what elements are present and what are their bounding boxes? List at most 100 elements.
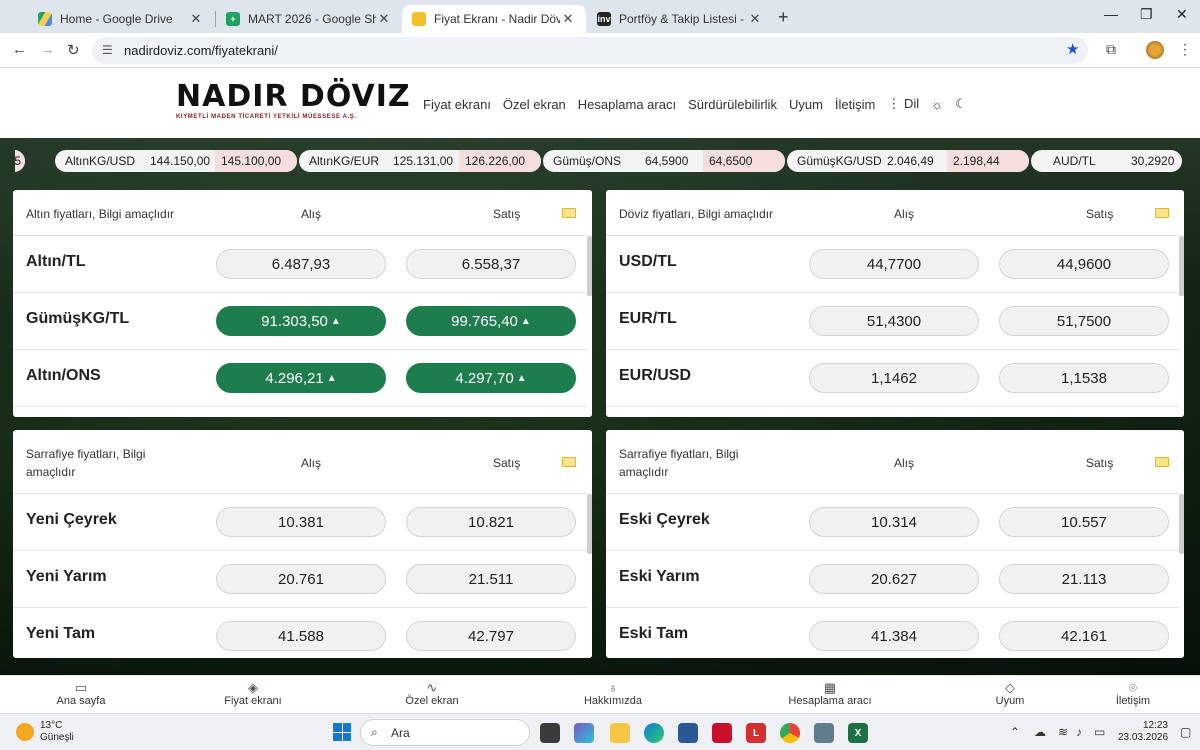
arrow-up-icon: ▲ — [330, 315, 341, 327]
price-row: Yeni Çeyrek 10.381 10.821 — [13, 494, 592, 551]
forward-arrow-icon[interactable]: → — [40, 41, 55, 58]
sell-price: 21.511 — [406, 564, 576, 594]
taskbar-search[interactable]: ⌕ Ara — [360, 719, 530, 746]
copilot-icon[interactable] — [574, 723, 594, 743]
extensions-icon[interactable]: ⧉ — [1106, 41, 1116, 58]
sell-value: 10.821 — [468, 513, 514, 531]
bookmark-star-icon[interactable]: ★ — [1066, 40, 1079, 58]
nav-surdurulebilirlik[interactable]: Sürdürülebilirlik — [688, 97, 777, 112]
new-tab-button[interactable]: + — [778, 7, 789, 28]
buy-value: 6.487,93 — [271, 255, 331, 273]
close-icon[interactable]: ✕ — [376, 11, 392, 27]
tab-investing[interactable]: inv Portföy & Takip Listesi - Investi ✕ — [587, 5, 773, 33]
arrow-up-icon: ▲ — [326, 372, 337, 384]
bottom-nav-ana-sayfa[interactable]: ▭ Ana sayfa — [50, 680, 112, 707]
tab-google-drive[interactable]: Home - Google Drive ✕ — [28, 5, 214, 33]
notifications-icon[interactable]: ▢ — [1180, 725, 1191, 739]
bottom-nav-label: İletişim — [1115, 695, 1151, 707]
volume-icon[interactable]: ♪ — [1076, 725, 1082, 739]
buy-price: 41.384 — [809, 621, 979, 651]
app-l-icon[interactable]: L — [746, 723, 766, 743]
nav-iletisim[interactable]: İletişim — [835, 97, 875, 112]
price-row: Eski Tam 41.384 42.161 — [606, 608, 1184, 658]
nav-fiyat-ekrani[interactable]: Fiyat ekranı — [423, 97, 491, 112]
close-window-icon[interactable]: ✕ — [1176, 6, 1188, 23]
site-logo[interactable]: NADIR DÖVIZ KIYMETLİ MADEN TİCARETİ YETK… — [176, 82, 411, 121]
bottom-nav-fiyat-ekrani[interactable]: ◈ Fiyat ekranı — [220, 680, 286, 707]
mcafee-icon[interactable] — [712, 723, 732, 743]
new-coins-panel: Sarrafiye fiyatları, Bilgi amaçlıdır Alı… — [13, 430, 592, 658]
buy-value: 41.588 — [278, 627, 324, 645]
price-row: Eski Yarım 20.627 21.113 — [606, 551, 1184, 608]
panel-header: Sarrafiye fiyatları, Bilgi amaçlıdır Alı… — [13, 430, 592, 494]
folder-icon[interactable] — [562, 457, 576, 467]
bottom-nav-ozel-ekran[interactable]: ∿ Özel ekran — [400, 680, 464, 707]
sun-icon — [16, 723, 34, 741]
nav-hesaplama-araci[interactable]: Hesaplama aracı — [578, 97, 676, 112]
dark-mode-icon[interactable]: ☾ — [955, 96, 967, 112]
tray-chevron-icon[interactable]: ⌃ — [1010, 725, 1020, 739]
profile-avatar[interactable] — [1146, 41, 1164, 59]
windows-start-icon[interactable] — [333, 723, 351, 741]
nav-ozel-ekran[interactable]: Özel ekran — [503, 97, 566, 112]
edge-icon[interactable] — [644, 723, 664, 743]
back-arrow-icon[interactable]: ← — [12, 41, 27, 58]
ticker-item: AltınKG/EUR 125.131,00 126.226,00 — [299, 150, 541, 172]
bottom-nav-label: Özel ekran — [405, 695, 459, 707]
file-explorer-icon[interactable] — [610, 723, 630, 743]
sell-price: 6.558,37 — [406, 249, 576, 279]
minimize-icon[interactable]: — — [1104, 6, 1118, 22]
onedrive-icon[interactable]: ☁ — [1034, 725, 1046, 739]
price-row: EUR/USD 1,1462 1,1538 — [606, 350, 1184, 407]
calculator-app-icon[interactable] — [814, 723, 834, 743]
lightbulb-icon: ♁ — [608, 680, 618, 695]
weather-widget[interactable]: 13°C Güneşli — [16, 720, 74, 744]
battery-icon[interactable]: ▭ — [1094, 725, 1105, 739]
excel-icon[interactable]: X — [848, 723, 868, 743]
tab-nadir-doviz[interactable]: Fiyat Ekranı - Nadir Döviz ✕ — [402, 5, 586, 33]
wifi-icon[interactable]: ≋ — [1058, 725, 1068, 739]
instrument-name: EUR/TL — [619, 310, 677, 327]
buy-value: 10.314 — [871, 513, 917, 531]
nav-uyum[interactable]: Uyum — [789, 97, 823, 112]
folder-icon[interactable] — [1155, 208, 1169, 218]
kebab-menu-icon: ⋮ — [887, 96, 901, 111]
folder-icon[interactable] — [562, 208, 576, 218]
close-icon[interactable]: ✕ — [747, 11, 763, 27]
bottom-nav-uyum[interactable]: ◇ Uyum — [990, 680, 1030, 707]
panel-scrollbar[interactable] — [587, 190, 592, 417]
sell-price: 99.765,40 ▲ — [406, 306, 576, 336]
chrome-icon[interactable] — [780, 723, 800, 743]
panel-scrollbar[interactable] — [587, 430, 592, 658]
bottom-nav-hesaplama-araci[interactable]: ▦ Hesaplama aracı — [786, 680, 874, 707]
buy-value: 91.303,50 — [261, 312, 328, 330]
browser-menu-icon[interactable]: ⋮ — [1178, 41, 1192, 58]
panel-scrollbar[interactable] — [1179, 430, 1184, 658]
sell-column-header: Satış — [1086, 207, 1114, 221]
bottom-nav-iletisim[interactable]: ⌾ İletişim — [1110, 680, 1156, 707]
arrow-up-icon: ▲ — [520, 315, 531, 327]
tab-google-sheets[interactable]: + MART 2026 - Google Sheets ✕ — [216, 5, 402, 33]
close-icon[interactable]: ✕ — [560, 11, 576, 27]
sell-price: 4.297,70 ▲ — [406, 363, 576, 393]
buy-value: 44,7700 — [866, 255, 922, 273]
restore-icon[interactable]: ❐ — [1140, 6, 1153, 23]
task-view-icon[interactable] — [540, 723, 560, 743]
panel-scrollbar[interactable] — [1179, 190, 1184, 417]
bottom-nav-hakkimizda[interactable]: ♁ Hakkımızda — [580, 680, 646, 707]
ticker-sell: 64,6500 — [703, 150, 785, 172]
price-row: USD/TL 44,7700 44,9600 — [606, 236, 1184, 293]
address-bar[interactable]: ☰ nadirdoviz.com/fiyatekrani/ — [92, 37, 1088, 64]
language-menu[interactable]: ⋮ Dil — [887, 96, 919, 112]
url-text: nadirdoviz.com/fiyatekrani/ — [124, 43, 278, 58]
site-settings-icon[interactable]: ☰ — [102, 43, 113, 57]
close-icon[interactable]: ✕ — [188, 11, 204, 27]
taskbar-clock[interactable]: 12:23 23.03.2026 — [1118, 720, 1168, 744]
folder-icon[interactable] — [1155, 457, 1169, 467]
language-label: Dil — [903, 96, 920, 111]
reload-icon[interactable]: ↻ — [67, 41, 80, 59]
sell-value: 21.511 — [468, 570, 514, 588]
light-mode-icon[interactable]: ☼ — [931, 97, 943, 112]
sell-price: 10.557 — [999, 507, 1169, 537]
store-icon[interactable] — [678, 723, 698, 743]
